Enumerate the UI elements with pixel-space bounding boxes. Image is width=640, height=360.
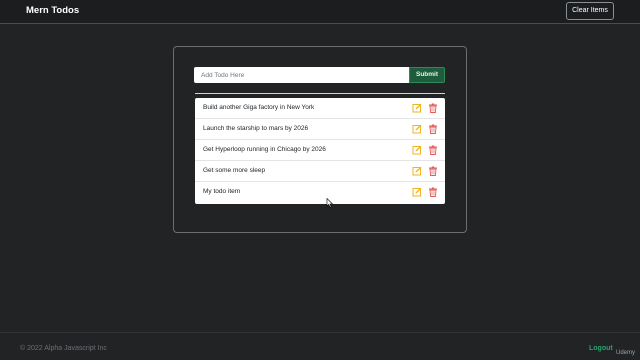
watermark: Udemy [616,350,636,356]
clear-items-button[interactable]: Clear Items [566,2,614,20]
trash-icon[interactable] [428,124,438,134]
todo-text: Launch the starship to mars by 2026 [203,125,309,132]
logout-link[interactable]: Logout [589,345,613,352]
todo-text: My todo item [203,188,241,195]
edit-icon[interactable] [412,124,422,134]
todo-item: Get Hyperloop running in Chicago by 2026 [195,140,445,161]
todo-text: Get some more sleep [203,167,266,174]
divider [195,93,445,94]
todo-item: My todo item [195,182,445,203]
copyright-text: © 2022 Alpha Javascript Inc [20,345,107,352]
mouse-cursor-icon [326,198,334,208]
edit-icon[interactable] [412,145,422,155]
todo-item: Build another Giga factory in New York [195,98,445,119]
todo-text: Get Hyperloop running in Chicago by 2026 [203,146,326,153]
trash-icon[interactable] [428,187,438,197]
todo-list: Build another Giga factory in New York L… [195,98,445,204]
todo-item: Launch the starship to mars by 2026 [195,119,445,140]
brand-title[interactable]: Mern Todos [26,5,79,16]
trash-icon[interactable] [428,166,438,176]
todo-text: Build another Giga factory in New York [203,104,315,111]
todo-item: Get some more sleep [195,161,445,182]
edit-icon[interactable] [412,166,422,176]
footer: © 2022 Alpha Javascript Inc Logout Udemy [0,332,640,360]
edit-icon[interactable] [412,103,422,113]
edit-icon[interactable] [412,187,422,197]
navbar: Mern Todos Clear Items [0,0,640,24]
trash-icon[interactable] [428,103,438,113]
submit-button[interactable]: Submit [409,67,445,83]
trash-icon[interactable] [428,145,438,155]
todo-input[interactable] [194,67,410,83]
